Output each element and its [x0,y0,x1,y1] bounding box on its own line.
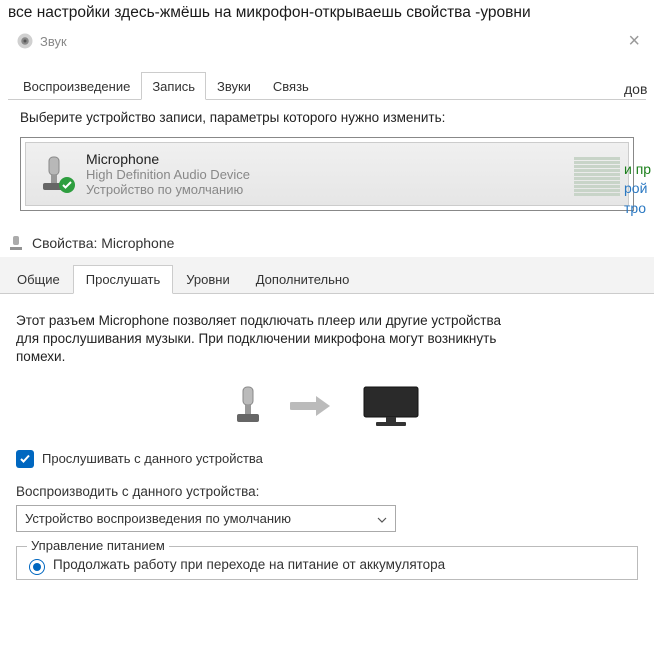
playback-device-value: Устройство воспроизведения по умолчанию [25,511,291,526]
device-description: High Definition Audio Device [86,167,250,182]
playback-device-label: Воспроизводить с данного устройства: [16,484,638,499]
properties-tabs: Общие Прослушать Уровни Дополнительно [0,265,654,294]
listen-checkbox-label: Прослушивать с данного устройства [42,451,263,466]
instruction-text: все настройки здесь-жмёшь на микрофон-от… [0,0,654,26]
listen-illustration [16,385,638,430]
listen-checkbox-row[interactable]: Прослушивать с данного устройства [16,450,638,468]
device-info: Microphone High Definition Audio Device … [86,151,250,197]
arrow-right-icon [290,394,334,421]
close-icon[interactable]: × [628,30,640,53]
tab-levels[interactable]: Уровни [173,265,242,294]
device-microphone[interactable]: Microphone High Definition Audio Device … [25,142,629,206]
device-name: Microphone [86,151,250,167]
power-management-legend: Управление питанием [27,538,169,553]
level-meter [574,152,620,196]
listen-description: Этот разъем Microphone позволяет подключ… [16,312,516,367]
chevron-down-icon [377,511,387,526]
sound-title: Звук [40,34,67,49]
properties-mic-icon [8,235,24,251]
sound-titlebar: Звук × [8,28,646,54]
illustration-monitor-icon [362,385,420,430]
radio-continue-label: Продолжать работу при переходе на питани… [53,557,445,572]
properties-dialog: Свойства: Microphone Общие Прослушать Ур… [0,229,654,598]
radio-continue-input[interactable] [29,559,45,575]
sound-dialog: Звук × Воспроизведение Запись Звуки Связ… [8,28,646,221]
listen-checkbox[interactable] [16,450,34,468]
microphone-icon [34,153,74,195]
illustration-mic-icon [234,385,262,430]
listen-tab-content: Этот разъем Microphone позволяет подключ… [0,294,654,598]
tab-general[interactable]: Общие [4,265,73,294]
power-management-group: Управление питанием Продолжать работу пр… [16,546,638,580]
sound-tabs: Воспроизведение Запись Звуки Связь [8,72,646,100]
device-status: Устройство по умолчанию [86,182,250,197]
device-list: Microphone High Definition Audio Device … [20,137,634,211]
tab-advanced[interactable]: Дополнительно [243,265,363,294]
tab-listen[interactable]: Прослушать [73,265,174,294]
properties-title: Свойства: Microphone [32,235,174,251]
recording-prompt: Выберите устройство записи, параметры ко… [20,110,634,125]
playback-device-dropdown[interactable]: Устройство воспроизведения по умолчанию [16,505,396,532]
default-check-icon [58,176,76,197]
tab-playback[interactable]: Воспроизведение [12,72,141,100]
tab-sounds[interactable]: Звуки [206,72,262,100]
cropped-side-text: дов и пр рой тро [624,150,654,218]
radio-continue-on-battery[interactable]: Продолжать работу при переходе на питани… [29,557,625,577]
speaker-icon [16,32,34,50]
recording-tab-content: Выберите устройство записи, параметры ко… [8,100,646,221]
tab-recording[interactable]: Запись [141,72,206,100]
tab-communications[interactable]: Связь [262,72,320,100]
properties-titlebar: Свойства: Microphone [0,229,654,257]
